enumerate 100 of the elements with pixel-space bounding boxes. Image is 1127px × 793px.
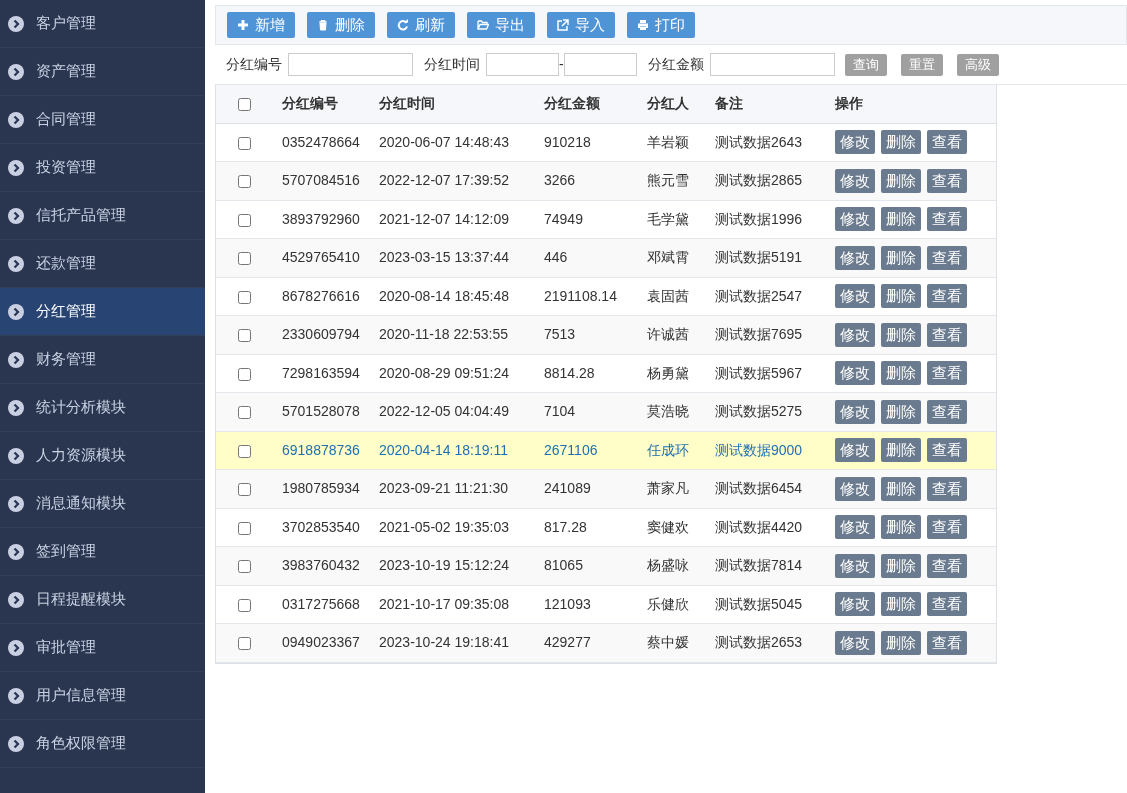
row-checkbox[interactable] bbox=[237, 406, 251, 420]
table-cell: 74949 bbox=[544, 210, 583, 227]
table-cell: 2023-03-15 13:37:44 bbox=[379, 249, 509, 266]
toolbar-button[interactable]: 删除 bbox=[307, 12, 375, 38]
amount-input[interactable] bbox=[709, 53, 835, 76]
row-action-button[interactable]: 修改 bbox=[835, 245, 875, 270]
row-action-button[interactable]: 修改 bbox=[835, 168, 875, 193]
row-checkbox[interactable] bbox=[237, 175, 251, 189]
table-cell: 测试数据2865 bbox=[715, 172, 803, 189]
row-action-button[interactable]: 查看 bbox=[927, 630, 967, 655]
table-cell: 任成环 bbox=[647, 441, 689, 458]
toolbar-button[interactable]: 打印 bbox=[627, 12, 695, 38]
table-cell: 7298163594 bbox=[282, 364, 360, 381]
row-action-button[interactable]: 修改 bbox=[835, 322, 875, 347]
sidebar-item[interactable]: 人力资源模块 bbox=[0, 432, 205, 480]
row-action-button[interactable]: 修改 bbox=[835, 630, 875, 655]
row-action-button[interactable]: 查看 bbox=[927, 399, 967, 424]
filter-button[interactable]: 高级 bbox=[956, 53, 999, 76]
row-action-button[interactable]: 删除 bbox=[881, 284, 921, 309]
sidebar-item[interactable]: 日程提醒模块 bbox=[0, 576, 205, 624]
sidebar-item[interactable]: 分红管理 bbox=[0, 288, 205, 336]
sidebar-item[interactable]: 信托产品管理 bbox=[0, 192, 205, 240]
row-action-button[interactable]: 删除 bbox=[881, 438, 921, 463]
date-input[interactable] bbox=[486, 53, 559, 76]
row-checkbox[interactable] bbox=[237, 598, 251, 612]
row-action-button[interactable]: 修改 bbox=[835, 438, 875, 463]
row-checkbox[interactable] bbox=[237, 521, 251, 535]
row-action-button[interactable]: 删除 bbox=[881, 245, 921, 270]
sidebar-item[interactable]: 投资管理 bbox=[0, 144, 205, 192]
row-action-button[interactable]: 删除 bbox=[881, 515, 921, 540]
table-cell: 81065 bbox=[544, 557, 583, 574]
sidebar-item[interactable]: 用户信息管理 bbox=[0, 672, 205, 720]
table-cell: 241089 bbox=[544, 480, 591, 497]
row-action-button[interactable]: 删除 bbox=[881, 322, 921, 347]
table-cell: 8814.28 bbox=[544, 364, 595, 381]
row-action-button[interactable]: 修改 bbox=[835, 553, 875, 578]
toolbar-button[interactable]: 导入 bbox=[547, 12, 615, 38]
row-checkbox[interactable] bbox=[237, 483, 251, 497]
row-action-button[interactable]: 删除 bbox=[881, 361, 921, 386]
row-action-button[interactable]: 删除 bbox=[881, 399, 921, 424]
row-action-button[interactable]: 删除 bbox=[881, 168, 921, 193]
row-action-button[interactable]: 删除 bbox=[881, 130, 921, 155]
table-cell: 杨盛咏 bbox=[647, 557, 689, 574]
row-action-button[interactable]: 删除 bbox=[881, 207, 921, 232]
row-action-button[interactable]: 查看 bbox=[927, 168, 967, 193]
row-action-button[interactable]: 修改 bbox=[835, 476, 875, 501]
row-action-button[interactable]: 查看 bbox=[927, 207, 967, 232]
sidebar-item[interactable]: 角色权限管理 bbox=[0, 720, 205, 768]
select-all-checkbox[interactable] bbox=[237, 98, 251, 112]
row-action-button[interactable]: 删除 bbox=[881, 476, 921, 501]
row-action-button[interactable]: 删除 bbox=[881, 630, 921, 655]
filter-label: 分红编号 bbox=[226, 55, 282, 74]
row-action-button[interactable]: 查看 bbox=[927, 438, 967, 463]
filter-button[interactable]: 查询 bbox=[844, 53, 887, 76]
row-action-button[interactable]: 查看 bbox=[927, 130, 967, 155]
row-checkbox[interactable] bbox=[237, 367, 251, 381]
row-action-button[interactable]: 修改 bbox=[835, 515, 875, 540]
row-action-button[interactable]: 修改 bbox=[835, 399, 875, 424]
row-action-button[interactable]: 修改 bbox=[835, 284, 875, 309]
sidebar-item[interactable]: 财务管理 bbox=[0, 336, 205, 384]
row-checkbox[interactable] bbox=[237, 560, 251, 574]
toolbar-button[interactable]: 刷新 bbox=[387, 12, 455, 38]
sidebar-item[interactable]: 消息通知模块 bbox=[0, 480, 205, 528]
chevron-circle-icon bbox=[8, 639, 24, 656]
row-action-button[interactable]: 查看 bbox=[927, 284, 967, 309]
row-checkbox[interactable] bbox=[237, 637, 251, 651]
row-checkbox[interactable] bbox=[237, 444, 251, 458]
row-action-button[interactable]: 删除 bbox=[881, 592, 921, 617]
row-action-button[interactable]: 修改 bbox=[835, 361, 875, 386]
row-checkbox[interactable] bbox=[237, 213, 251, 227]
toolbar-button[interactable]: 导出 bbox=[467, 12, 535, 38]
sidebar-item[interactable]: 资产管理 bbox=[0, 48, 205, 96]
row-action-button[interactable]: 查看 bbox=[927, 322, 967, 347]
sidebar-item[interactable]: 统计分析模块 bbox=[0, 384, 205, 432]
sidebar-item[interactable]: 客户管理 bbox=[0, 0, 205, 48]
row-action-button[interactable]: 修改 bbox=[835, 130, 875, 155]
row-action-button[interactable]: 修改 bbox=[835, 207, 875, 232]
row-action-button[interactable]: 删除 bbox=[881, 553, 921, 578]
row-checkbox[interactable] bbox=[237, 290, 251, 304]
sidebar-item[interactable]: 合同管理 bbox=[0, 96, 205, 144]
row-action-button[interactable]: 修改 bbox=[835, 592, 875, 617]
row-checkbox[interactable] bbox=[237, 329, 251, 343]
toolbar-button[interactable]: 新增 bbox=[227, 12, 295, 38]
table-cell: 2020-08-29 09:51:24 bbox=[379, 364, 509, 381]
row-action-button[interactable]: 查看 bbox=[927, 592, 967, 617]
table-cell: 杨勇黛 bbox=[647, 364, 689, 381]
table-cell: 429277 bbox=[544, 634, 591, 651]
row-action-button[interactable]: 查看 bbox=[927, 245, 967, 270]
row-action-button[interactable]: 查看 bbox=[927, 361, 967, 386]
sidebar-item[interactable]: 签到管理 bbox=[0, 528, 205, 576]
sidebar-item[interactable]: 审批管理 bbox=[0, 624, 205, 672]
id-input[interactable] bbox=[288, 53, 413, 76]
row-action-button[interactable]: 查看 bbox=[927, 476, 967, 501]
row-action-button[interactable]: 查看 bbox=[927, 553, 967, 578]
row-checkbox[interactable] bbox=[237, 136, 251, 150]
date-input[interactable] bbox=[563, 53, 637, 76]
filter-button[interactable]: 重置 bbox=[900, 53, 943, 76]
table-cell: 羊岩颖 bbox=[647, 133, 689, 150]
row-action-button[interactable]: 查看 bbox=[927, 515, 967, 540]
row-checkbox[interactable] bbox=[237, 252, 251, 266]
